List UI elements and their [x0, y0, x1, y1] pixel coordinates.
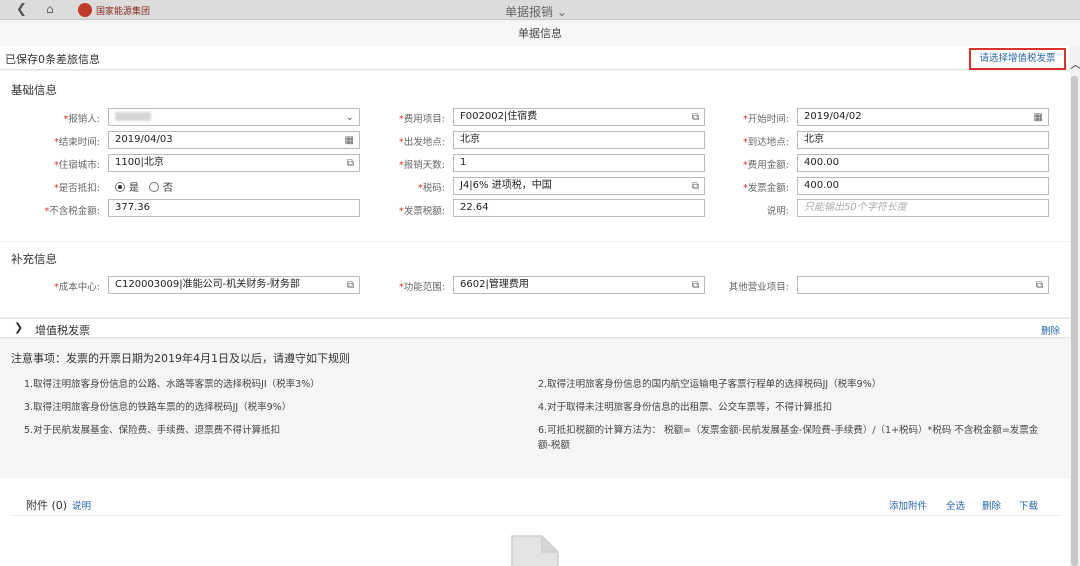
end-time-label: *结束时间: [54, 137, 100, 148]
pretax-amount-field[interactable]: 377.36 [108, 199, 360, 217]
supplement-title: 补充信息 [11, 252, 57, 266]
deductible-label: *是否抵扣: [54, 183, 100, 194]
saved-status: 已保存0条差旅信息 [5, 53, 100, 66]
vat-invoice-label: 增值税发票 [35, 324, 90, 337]
back-icon[interactable]: ❮ [16, 2, 27, 17]
rule-1: 1.取得注明旅客身份信息的公路、水路等客票的选择税码JI（税率3%） [24, 379, 320, 390]
attachments-title: 附件 (0) [26, 499, 68, 512]
attachments-section: 附件 (0) 说明 添加附件 全选 删除 下载 [0, 478, 1070, 566]
page-subheader: 单据信息 [0, 22, 1080, 46]
supplement-panel: 补充信息 *成本中心: C120003009|准能公司-机关财务-财务部 ⧉ *功… [0, 242, 1070, 317]
empty-file-icon [511, 535, 559, 566]
notes-heading: 注意事项：发票的开票日期为2019年4月1日及以后，请遵守如下规则 [11, 352, 350, 365]
chevron-right-icon[interactable]: ❯ [14, 321, 23, 334]
lookup-icon[interactable]: ⧉ [1036, 278, 1043, 294]
window-title[interactable]: 单据报销 ⌄ [505, 3, 567, 20]
collapse-up-icon[interactable]: ︿ [1070, 56, 1080, 72]
expense-amount-label: *费用金额: [743, 160, 789, 171]
rule-3: 3.取得注明旅客身份信息的铁路车票的的选择税码JJ（税率9%） [24, 402, 292, 413]
departure-field[interactable]: 北京 [453, 131, 705, 149]
vat-delete-link[interactable]: 删除 [1041, 323, 1060, 337]
other-business-field[interactable]: ⧉ [797, 276, 1049, 294]
add-attachment-button[interactable]: 添加附件 [889, 498, 927, 512]
start-time-label: *开始时间: [743, 114, 789, 125]
deductible-yes-radio[interactable]: 是 [115, 179, 139, 194]
claimant-select[interactable]: ⌄ [108, 108, 360, 126]
tax-code-label: *税码: [418, 183, 445, 194]
redacted-name [115, 111, 151, 121]
expense-item-field[interactable]: F002002|住宿费 ⧉ [453, 108, 705, 126]
arrival-field[interactable]: 北京 [797, 131, 1049, 149]
delete-attachment-button[interactable]: 删除 [982, 498, 1001, 512]
invoice-tax-field[interactable]: 22.64 [453, 199, 705, 217]
home-icon[interactable]: ⌂ [46, 2, 54, 16]
description-label: 说明: [766, 206, 789, 217]
basic-info-panel: 基础信息 *报销人: ⌄ *结束时间: 2019/04/03 ▦ *住宿城市: 1… [0, 71, 1070, 241]
calendar-icon[interactable]: ▦ [1034, 110, 1043, 126]
functional-area-field[interactable]: 6602|管理费用 ⧉ [453, 276, 705, 294]
pretax-amount-label: *不含税金额: [44, 206, 100, 217]
invoice-amount-field[interactable]: 400.00 [797, 177, 1049, 195]
rule-6: 6.可抵扣税额的计算方法为： 税额=（发票金额-民航发展基金-保险费-手续费）/… [538, 425, 1039, 451]
arrival-label: *到达地点: [743, 137, 789, 148]
lodging-city-label: *住宿城市: [54, 160, 100, 171]
description-field[interactable]: 只能输出50个字符长度 [797, 199, 1049, 217]
cost-center-label: *成本中心: [54, 282, 100, 293]
expense-amount-field[interactable]: 400.00 [797, 154, 1049, 172]
vertical-scrollbar[interactable] [1071, 76, 1078, 566]
start-time-field[interactable]: 2019/04/02 ▦ [797, 108, 1049, 126]
claim-days-label: *报销天数: [399, 160, 445, 171]
rule-2: 2.取得注明旅客身份信息的国内航空运输电子客票行程单的选择税码JJ（税率9%） [538, 379, 882, 390]
invoice-tax-label: *发票税额: [399, 206, 445, 217]
vat-invoice-row[interactable]: ❯ 增值税发票 删除 [0, 318, 1070, 338]
select-all-button[interactable]: 全选 [946, 498, 965, 512]
download-button[interactable]: 下载 [1019, 498, 1038, 512]
lodging-city-field[interactable]: 1100|北京 ⧉ [108, 154, 360, 172]
select-vat-invoice-button[interactable]: 请选择增值税发票 [969, 48, 1066, 70]
company-name: 国家能源集团 [96, 7, 151, 17]
expense-item-label: *费用项目: [399, 114, 445, 125]
end-time-field[interactable]: 2019/04/03 ▦ [108, 131, 360, 149]
chevron-down-icon: ⌄ [556, 5, 567, 19]
invoice-amount-label: *发票金额: [743, 183, 789, 194]
other-business-label: 其他营业项目: [728, 282, 789, 293]
rule-4: 4.对于取得未注明旅客身份信息的出租票、公交车票等，不得计算抵扣 [538, 402, 833, 413]
functional-area-label: *功能范围: [399, 282, 445, 293]
attachments-help-link[interactable]: 说明 [72, 498, 91, 512]
cost-center-field[interactable]: C120003009|准能公司-机关财务-财务部 ⧉ [108, 276, 360, 294]
tax-code-field[interactable]: J4|6% 进项税，中国 ⧉ [453, 177, 705, 195]
saved-status-bar: 已保存0条差旅信息 请选择增值税发票 [0, 46, 1070, 70]
attachments-divider [11, 515, 1061, 516]
departure-label: *出发地点: [399, 137, 445, 148]
claimant-label: *报销人: [63, 114, 100, 125]
basic-info-title: 基础信息 [11, 83, 57, 97]
deductible-no-radio[interactable]: 否 [149, 179, 173, 194]
claim-days-field[interactable]: 1 [453, 154, 705, 172]
rule-5: 5.对于民航发展基金、保险费、手续费、退票费不得计算抵扣 [24, 425, 281, 436]
company-logo [78, 3, 92, 17]
notes-section: 注意事项：发票的开票日期为2019年4月1日及以后，请遵守如下规则 1.取得注明… [0, 339, 1070, 477]
top-bar: ❮ ⌂ 国家能源集团 单据报销 ⌄ [0, 0, 1080, 20]
